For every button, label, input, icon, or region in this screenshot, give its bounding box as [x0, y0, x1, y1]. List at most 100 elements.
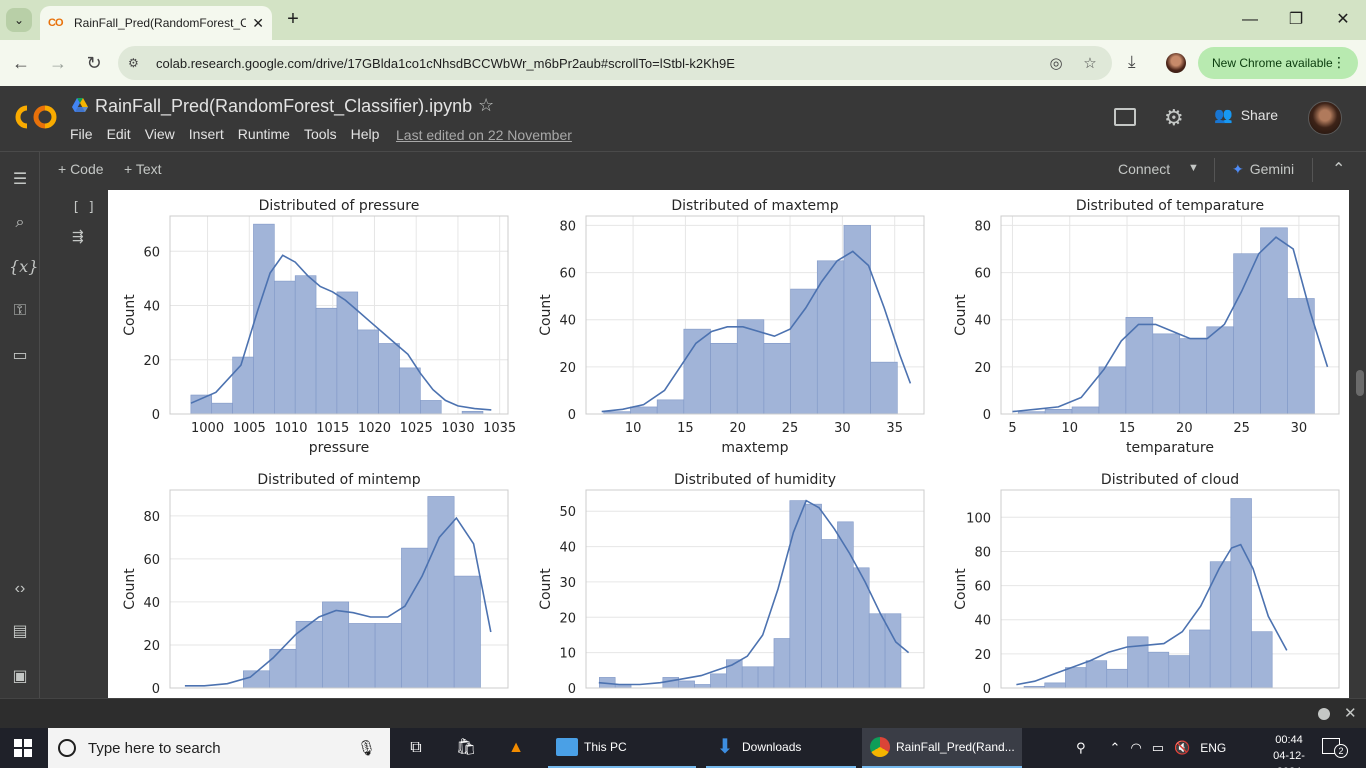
gemini-button[interactable]: ✦ Gemini [1232, 161, 1294, 178]
y-tick-label: 20 [559, 361, 576, 376]
close-window-icon[interactable]: ✕ [1331, 8, 1355, 32]
table-of-contents-icon[interactable]: ☰ [9, 169, 31, 191]
menu-insert[interactable]: Insert [189, 126, 224, 142]
histogram-bar [694, 684, 711, 689]
url-text[interactable]: colab.research.google.com/drive/17GBlda1… [156, 56, 1044, 71]
histogram-bar [274, 280, 296, 415]
output-actions-icon[interactable]: ⇶ [72, 228, 90, 246]
new-tab-button[interactable]: + [282, 8, 304, 30]
cell-run-bracket[interactable]: [ ] [72, 200, 95, 215]
status-indicator-icon[interactable] [1318, 708, 1330, 720]
wifi-icon[interactable]: ◠ [1130, 740, 1141, 756]
secrets-key-icon[interactable]: ⚿ [9, 300, 31, 322]
y-tick-label: 0 [983, 682, 991, 697]
scrollbar-thumb[interactable] [1356, 370, 1364, 396]
menu-file[interactable]: File [70, 126, 93, 142]
colab-logo-icon[interactable] [14, 104, 58, 130]
files-folder-icon[interactable]: ▭ [9, 345, 31, 367]
settings-gear-icon[interactable]: ⚙ [1164, 105, 1184, 131]
taskbar-app-this-pc[interactable]: This PC [548, 728, 696, 768]
x-tick-label: 1025 [400, 421, 433, 436]
browser-tab-colab[interactable]: CO RainFall_Pred(RandomForest_Cl ✕ [40, 6, 272, 40]
histogram-bar [420, 400, 442, 415]
user-avatar[interactable] [1308, 101, 1342, 135]
histogram-bar [243, 670, 270, 689]
collapse-header-icon[interactable]: ⌃ [1332, 159, 1345, 179]
x-axis-label: maxtemp [721, 440, 788, 456]
eye-off-icon[interactable]: ◎ [1044, 54, 1068, 72]
site-info-icon[interactable]: ⚙ [128, 56, 148, 70]
menu-tools[interactable]: Tools [304, 126, 337, 142]
comments-icon[interactable] [1114, 108, 1136, 126]
y-axis-label: Count [538, 294, 554, 336]
y-tick-label: 20 [143, 354, 160, 369]
scrollbar-track[interactable] [1352, 190, 1366, 698]
histogram-bar [678, 680, 695, 689]
menu-edit[interactable]: Edit [107, 126, 131, 142]
forward-icon[interactable]: → [45, 50, 71, 76]
notebook-title[interactable]: RainFall_Pred(RandomForest_Classifier).i… [95, 96, 472, 117]
download-icon[interactable]: ⤓ [1128, 52, 1136, 72]
profile-avatar[interactable] [1166, 53, 1186, 73]
x-tick-label: 15 [1119, 421, 1136, 436]
histogram-grid: 1000 1005 1010 1015 1020 1025 1030 10350204060D… [122, 198, 1340, 697]
notebook-star-icon[interactable]: ☆ [478, 95, 494, 116]
minimize-icon[interactable]: — [1238, 8, 1262, 32]
vlc-cone-icon[interactable]: ▲ [504, 736, 528, 760]
x-tick-label: 25 [782, 421, 799, 436]
maximize-icon[interactable]: ❐ [1284, 8, 1308, 32]
chrome-update-button[interactable]: New Chrome available ⋮ [1198, 47, 1358, 79]
histogram-bar [1179, 338, 1207, 415]
connect-dropdown-icon[interactable]: ▼ [1188, 162, 1199, 174]
last-edited-link[interactable]: Last edited on 22 November [396, 127, 572, 143]
menu-runtime[interactable]: Runtime [238, 126, 290, 142]
add-code-button[interactable]: + Code [58, 161, 104, 177]
address-bar[interactable]: ⚙ colab.research.google.com/drive/17GBld… [118, 46, 1112, 80]
windows-start-icon[interactable] [14, 739, 32, 757]
add-text-button[interactable]: + Text [124, 161, 162, 177]
connect-button[interactable]: Connect [1118, 161, 1170, 177]
search-icon[interactable]: ⌕ [9, 212, 31, 234]
variables-icon[interactable]: {x} [9, 256, 38, 278]
back-icon[interactable]: ← [8, 50, 34, 76]
tab-close-icon[interactable]: ✕ [252, 15, 264, 32]
y-tick-label: 20 [559, 611, 576, 626]
notification-center-icon[interactable]: 2 [1322, 738, 1348, 758]
google-drive-icon[interactable] [72, 98, 88, 112]
share-button[interactable]: 👥 Share [1214, 106, 1278, 124]
histogram-bar [378, 343, 400, 415]
battery-icon[interactable]: ▭ [1152, 740, 1164, 756]
taskbar-app-downloads[interactable]: ⬇ Downloads [706, 728, 856, 768]
taskbar-search-placeholder: Type here to search [88, 739, 221, 757]
histogram-bar [1106, 668, 1128, 689]
colab-header: RainFall_Pred(RandomForest_Classifier).i… [0, 86, 1366, 152]
tray-chevron-up-icon[interactable]: ⌃ [1110, 740, 1121, 756]
x-tick-label: 5 [1008, 421, 1016, 436]
status-close-icon[interactable]: ✕ [1344, 704, 1357, 722]
people-icon[interactable]: ⚲ [1076, 740, 1086, 756]
command-palette-icon[interactable]: ▤ [9, 621, 31, 643]
tab-search-menu-icon[interactable]: ⌄ [6, 8, 32, 32]
taskbar-clock[interactable]: 00:44 04-12-2024 [1264, 732, 1314, 768]
taskbar-app-chrome[interactable]: RainFall_Pred(Rand... [862, 728, 1022, 768]
volume-muted-icon[interactable]: 🔇 [1174, 740, 1190, 756]
store-bag-icon[interactable]: 🛍 [454, 736, 478, 760]
y-tick-label: 60 [974, 580, 991, 595]
reload-icon[interactable]: ↻ [81, 50, 107, 76]
more-icon[interactable]: ⋮ [1332, 54, 1346, 71]
task-view-icon[interactable]: ⧉ [404, 736, 428, 760]
histogram-bar [757, 666, 775, 689]
microphone-icon[interactable]: 🎙 [357, 739, 376, 757]
y-tick-label: 40 [974, 614, 991, 629]
bookmark-star-icon[interactable]: ☆ [1078, 54, 1102, 72]
language-indicator[interactable]: ENG [1200, 741, 1226, 755]
menu-help[interactable]: Help [351, 126, 380, 142]
code-snippets-icon[interactable]: ‹› [9, 578, 31, 600]
taskbar-search-box[interactable]: Type here to search 🎙 [48, 728, 390, 768]
histogram-bar [1189, 629, 1211, 689]
menu-view[interactable]: View [145, 126, 175, 142]
y-axis-label: Count [953, 294, 969, 336]
x-tick-label: 30 [1291, 421, 1308, 436]
terminal-icon[interactable]: ▣ [9, 666, 31, 688]
system-tray: ⚲ ⌃ ◠ ▭ 🔇 ENG [1076, 728, 1226, 768]
